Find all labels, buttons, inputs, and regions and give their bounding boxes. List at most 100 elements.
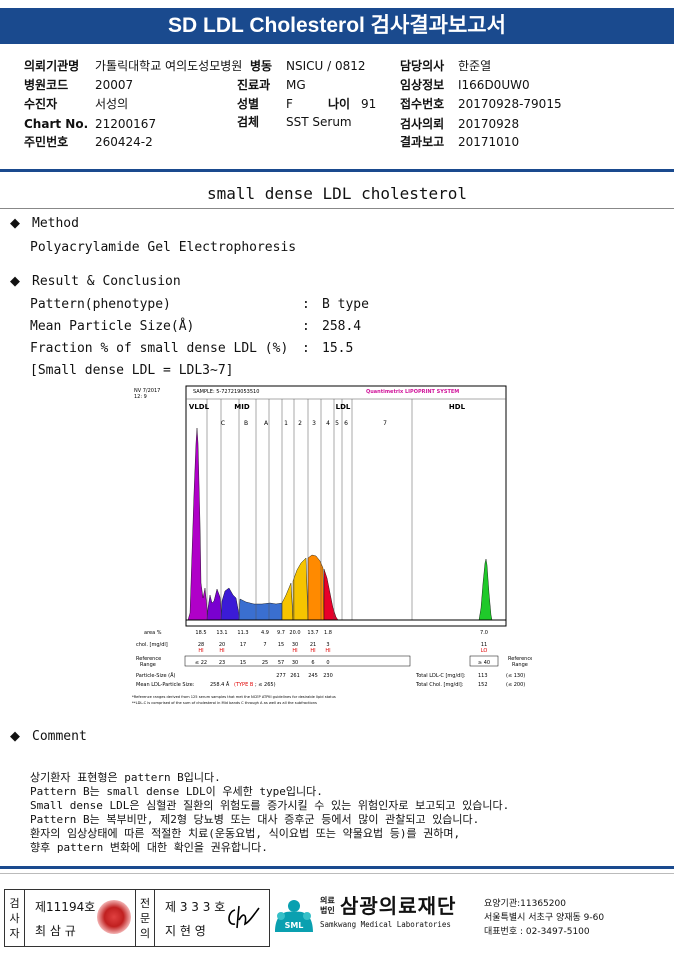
band-label: 2 (298, 420, 302, 427)
org-name: 삼광의료재단 (340, 894, 457, 918)
signature-icon (228, 905, 260, 929)
chart-date-2: 12: 9 (134, 394, 147, 400)
table-text: **LDL-C is comprised of the sum of chole… (132, 701, 317, 705)
band-label: 4 (326, 420, 330, 427)
tester-label: 검사자 (5, 890, 25, 946)
comment-text: 상기환자 표현형은 pattern B입니다. Pattern B는 small … (30, 757, 509, 855)
info-value: SST Serum (286, 115, 352, 129)
table-text: 245 (308, 673, 318, 679)
table-text: 15 (240, 660, 246, 666)
info-value: 한준열 (458, 59, 492, 73)
diamond-icon: ◆ (10, 729, 20, 744)
table-text: 261 (290, 673, 300, 679)
table-text: 18.5 (195, 630, 206, 636)
diamond-icon: ◆ (10, 274, 20, 289)
chart-brand: Quantimetrix LIPOPRINT SYSTEM (366, 389, 459, 395)
table-text: 25 (262, 660, 268, 666)
table-text: area % (144, 630, 162, 636)
info-label: Chart No. (24, 117, 89, 131)
info-label: 병원코드 (24, 78, 69, 92)
org-address: 서울특별시 서초구 양재동 9-60 (484, 913, 605, 923)
info-value: 20170928 (458, 117, 520, 131)
comment-heading: Comment (32, 729, 87, 744)
group-label: VLDL (189, 403, 210, 411)
table-text: 13.1 (216, 630, 227, 636)
result-label: Fraction % of small dense LDL (%) (30, 341, 289, 356)
table-text: 1.8 (324, 630, 332, 636)
info-value: 21200167 (95, 117, 157, 131)
specialist-license: 제 3 3 3 호 (165, 900, 226, 914)
result-value: 15.5 (322, 341, 354, 356)
table-text: HI (310, 648, 315, 654)
result-heading: Result & Conclusion (32, 274, 181, 289)
diamond-icon: ◆ (10, 216, 20, 231)
specialist-label: 전문의 (135, 890, 155, 946)
table-text: HI (198, 648, 203, 654)
info-value: 20170928-79015 (458, 97, 562, 111)
band-label: C (221, 420, 225, 427)
section-rule (0, 208, 674, 209)
result-label: Pattern(phenotype) (30, 297, 171, 312)
table-text: Total LDL-C [mg/dl]: (415, 673, 466, 679)
result-note: [Small dense LDL = LDL3~7] (30, 363, 234, 378)
table-text: 13.7 (307, 630, 318, 636)
report-title: SD LDL Cholesterol 검사결과보고서 (0, 8, 674, 44)
info-label: 검체 (237, 115, 260, 129)
table-text: 23 (219, 660, 225, 666)
table-text: (≤ 200) (506, 682, 525, 688)
section-title: small dense LDL cholesterol (206, 184, 468, 203)
org-code: 요양기관:11365200 (484, 899, 566, 909)
band-label: 5 (335, 420, 339, 427)
comment-line: 상기환자 표현형은 pattern B입니다. (30, 771, 221, 784)
table-text: 258.4 Å (210, 681, 230, 688)
comment-line: Pattern B는 복부비만, 제2형 당뇨병 또는 대사 증후군 등에서 많… (30, 813, 480, 826)
org-phone: 대표번호 : 02-3497-5100 (484, 927, 590, 937)
table-text: 230 (323, 673, 333, 679)
table-text: Range (512, 662, 528, 668)
footer-rule-thin (0, 873, 674, 874)
info-label: 진료과 (237, 78, 271, 92)
info-label: 병동 (250, 59, 273, 73)
info-label: 의뢰기관명 (24, 59, 80, 73)
table-text: ; ≤ 265) (255, 682, 276, 688)
table-text: 9.7 (277, 630, 285, 636)
tester-name: 최 삼 규 (35, 924, 76, 938)
info-label: 성별 (237, 97, 260, 111)
info-label: 주민번호 (24, 135, 69, 149)
table-text: Total Chol. [mg/dl]: (415, 682, 464, 688)
method-text: Polyacrylamide Gel Electrophoresis (30, 240, 297, 255)
result-sep: : (302, 341, 310, 356)
logo-text: SML (285, 921, 304, 930)
table-text: 4.9 (261, 630, 269, 636)
table-text: 15 (278, 642, 284, 648)
info-label: 나이 (328, 97, 351, 111)
table-text: Particle-Size (Å) (136, 672, 176, 679)
band-label: 3 (312, 420, 316, 427)
info-label: 결과보고 (400, 135, 445, 149)
info-label: 담당의사 (400, 59, 445, 73)
table-text: (TYPE B (234, 682, 254, 688)
group-label: HDL (449, 403, 466, 411)
table-text: 57 (278, 660, 284, 666)
table-text: 30 (292, 660, 298, 666)
specialist-name: 지 현 영 (165, 924, 206, 938)
lipoprint-chart: NV 7/2017 12: 9 SAMPLE: 5-727219053510 Q… (130, 383, 532, 713)
band-label: 1 (284, 420, 288, 427)
comment-line: 향후 pattern 변화에 대한 확인을 권유합니다. (30, 841, 268, 854)
table-text: 6 (311, 660, 314, 666)
result-value: B type (322, 297, 369, 312)
table-text: (≤ 130) (506, 673, 525, 679)
table-text: *Reference ranges derived from 125 serum… (132, 695, 336, 699)
comment-line: Pattern B는 small dense LDL이 우세한 type입니다. (30, 785, 323, 798)
group-label: LDL (336, 403, 351, 411)
band-label: 7 (383, 420, 387, 427)
table-text: chol. [mg/dl] (136, 642, 168, 648)
result-label: Mean Particle Size(Å) (30, 319, 195, 334)
info-label: 임상정보 (400, 78, 445, 92)
info-label: 수진자 (24, 97, 58, 111)
tester-license: 제11194호 (35, 900, 96, 914)
info-value: MG (286, 78, 306, 92)
band-label: 6 (344, 420, 348, 427)
table-text: 17 (240, 642, 246, 648)
result-sep: : (302, 319, 310, 334)
